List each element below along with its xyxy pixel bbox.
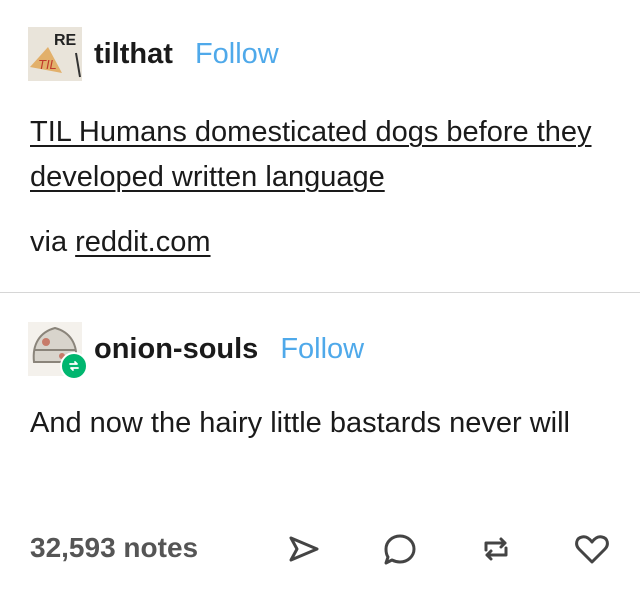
via-label: via <box>30 226 68 258</box>
reblog-text: And now the hairy little bastards never … <box>30 407 570 439</box>
reblog-header: onion-souls Follow <box>28 322 364 380</box>
post-author[interactable]: tilthat <box>94 38 173 71</box>
reblog-author[interactable]: onion-souls <box>94 333 258 366</box>
post-title-link[interactable]: TIL Humans domesticated dogs before they… <box>30 110 620 200</box>
avatar-text-re: RE <box>54 32 77 49</box>
source-link[interactable]: reddit.com <box>75 226 210 258</box>
notes-count[interactable]: 32,593 notes <box>30 532 198 564</box>
post-footer: 32,593 notes <box>0 522 640 576</box>
share-icon[interactable] <box>285 530 323 568</box>
tilthat-avatar[interactable]: RE TIL <box>28 27 82 81</box>
onion-souls-avatar[interactable] <box>28 322 88 380</box>
avatar-text-til: TIL <box>38 57 57 72</box>
post-header: RE TIL tilthat Follow <box>28 27 279 81</box>
reblog-follow-button[interactable]: Follow <box>280 333 364 366</box>
divider <box>0 292 640 293</box>
reblog-badge-icon <box>60 352 88 380</box>
reply-icon[interactable] <box>381 530 419 568</box>
reblog-icon[interactable] <box>477 530 515 568</box>
follow-button[interactable]: Follow <box>195 38 279 71</box>
like-icon[interactable] <box>573 530 611 568</box>
via-source: via reddit.com <box>30 226 211 259</box>
